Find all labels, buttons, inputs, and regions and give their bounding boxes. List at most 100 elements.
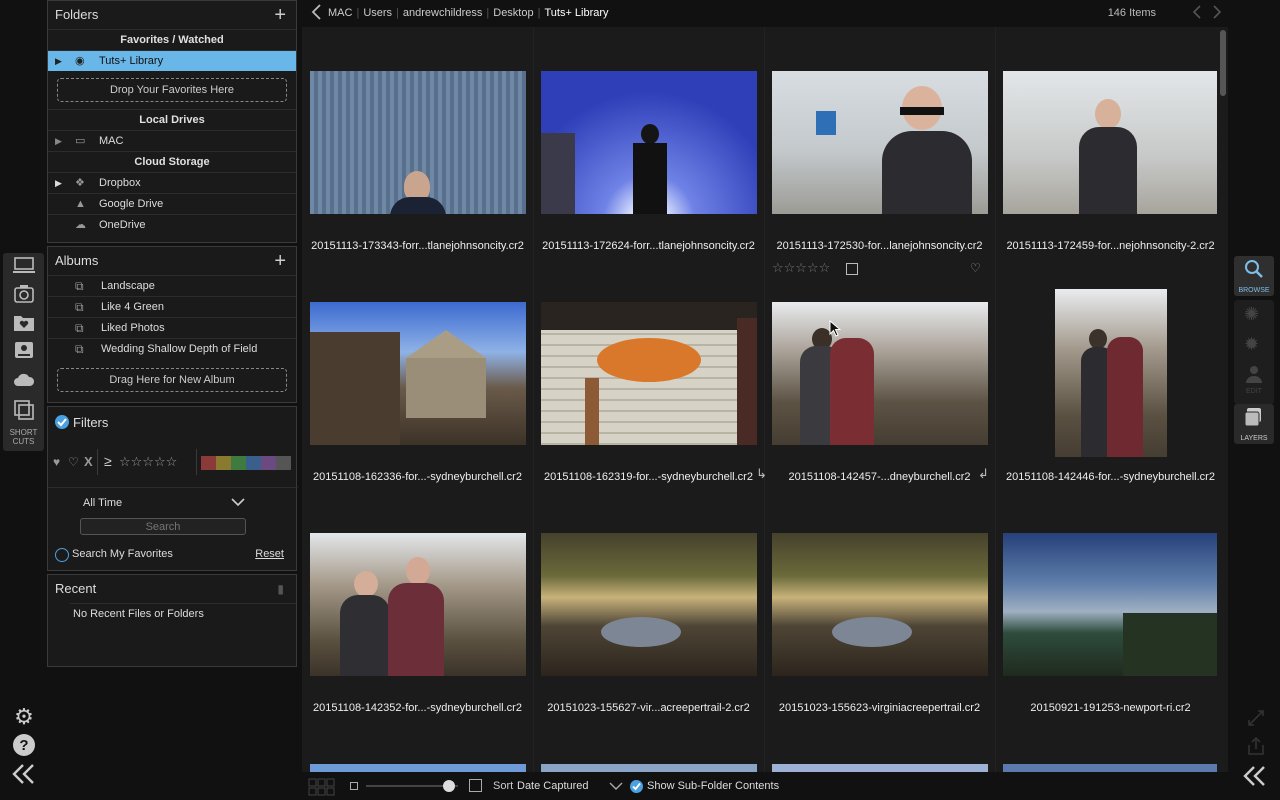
thumb-size-slider[interactable] [366, 780, 458, 792]
drop-favorites-zone[interactable]: Drop Your Favorites Here [57, 78, 287, 102]
thumbnail-cell[interactable]: 20151108-142446-for...-sydneyburchell.cr… [995, 258, 1218, 489]
collapse-right-icon[interactable] [1242, 764, 1268, 791]
expand-arrow-icon[interactable]: ▶ [55, 173, 62, 194]
add-folder-button[interactable]: + [274, 1, 286, 29]
show-subfolders-checkbox[interactable] [630, 780, 643, 793]
album-item[interactable]: ⧉ Liked Photos [48, 317, 296, 338]
search-favorites-checkbox[interactable] [55, 548, 69, 562]
heart-outline-icon[interactable]: ♡ [68, 455, 79, 469]
thumbnail-image[interactable] [541, 764, 757, 772]
grid-view-icon[interactable] [308, 778, 336, 799]
scrollbar-thumb[interactable] [1220, 30, 1226, 96]
thumbnail-cell[interactable]: 20151108-162336-for...-sydneyburchell.cr… [302, 258, 533, 489]
thumbnail-image[interactable] [1003, 533, 1217, 676]
color-label-swatch[interactable] [246, 456, 261, 470]
rating-operator[interactable]: ≥ [104, 453, 112, 469]
thumbnail-cell[interactable]: 20151113-172624-forr...tlanejohnsoncity.… [533, 27, 764, 258]
thumbnail-image[interactable] [772, 71, 988, 214]
color-label-filter[interactable] [201, 456, 291, 470]
shortcuts-icon[interactable] [12, 399, 36, 421]
color-label-swatch[interactable] [216, 456, 231, 470]
help-icon[interactable]: ? [10, 733, 38, 761]
thumb-size-slider-knob[interactable] [442, 780, 455, 792]
thumbnail-image[interactable] [310, 764, 526, 772]
back-arrow-icon[interactable] [310, 2, 322, 27]
color-label-swatch[interactable] [231, 456, 246, 470]
expand-arrow-icon[interactable]: ▶ [55, 131, 62, 152]
thumbnail-image[interactable] [772, 764, 988, 772]
heart-filled-icon[interactable]: ♥ [53, 455, 60, 469]
breadcrumb-item[interactable]: Users [363, 7, 392, 19]
thumbnail-image[interactable] [310, 533, 526, 676]
thumbnail-cell[interactable]: ☆☆☆☆☆ ♡ ↳ 20151108-142457-...dneyburchel… [756, 258, 995, 489]
large-thumb-size-icon[interactable] [469, 779, 482, 792]
thumbnail-image[interactable] [772, 533, 988, 676]
album-item[interactable]: ⧉ Landscape [48, 275, 296, 296]
time-filter-value[interactable]: All Time [83, 497, 122, 509]
sort-dropdown[interactable]: Date Captured [517, 780, 589, 792]
thumbnail-cell[interactable]: 20151113-172459-for...nejohnsoncity-2.cr… [995, 27, 1218, 258]
effects-icon[interactable]: ✺ [1244, 304, 1259, 325]
thumbnail-cell[interactable]: 20151108-162319-for...-sydneyburchell.cr… [533, 258, 764, 489]
cloud-item-dropbox[interactable]: ▶ ❖ Dropbox [48, 172, 296, 193]
thumbnail-cell[interactable]: 20151023-155623-virginiacreepertrail.cr2 [764, 489, 995, 720]
cloud-icon[interactable] [12, 369, 36, 391]
rotate-right-icon[interactable]: ↲ [978, 466, 989, 482]
breadcrumb-item[interactable]: andrewchildress [403, 7, 482, 19]
camera-icon[interactable] [12, 284, 36, 306]
trash-icon[interactable]: ▮ [277, 575, 284, 603]
favorite-heart-icon[interactable]: ♡ [970, 261, 981, 275]
thumbnail-cell[interactable]: 20151113-173343-forr...tlanejohnsoncity.… [302, 27, 533, 258]
reject-filter-x[interactable]: X [84, 454, 93, 469]
thumbnail-image[interactable] [541, 302, 757, 445]
thumbnail-image[interactable] [1003, 764, 1217, 772]
breadcrumb-item[interactable]: MAC [328, 7, 352, 19]
thumbnail-cell[interactable]: 20151108-142352-for...-sydneyburchell.cr… [302, 489, 533, 720]
layers-module-button[interactable]: LAYERS [1234, 404, 1274, 444]
local-drive-mac[interactable]: ▶ ▭ MAC [48, 130, 296, 151]
previous-page-icon[interactable] [1192, 3, 1202, 26]
expand-icon[interactable] [1246, 708, 1266, 731]
select-checkbox[interactable] [846, 263, 858, 275]
filters-toggle-checkbox[interactable] [55, 415, 69, 429]
album-item[interactable]: ⧉ Wedding Shallow Depth of Field [48, 338, 296, 359]
color-label-swatch[interactable] [261, 456, 276, 470]
rating-filter-stars[interactable]: ☆☆☆☆☆ [119, 454, 177, 470]
color-label-swatch[interactable] [276, 456, 291, 470]
expand-arrow-icon[interactable]: ▶ [55, 51, 62, 72]
album-item[interactable]: ⧉ Like 4 Green [48, 296, 296, 317]
rating-stars[interactable]: ☆☆☆☆☆ [772, 260, 830, 276]
drive-icon[interactable] [12, 340, 36, 362]
color-label-swatch[interactable] [201, 456, 216, 470]
cloud-item-onedrive[interactable]: ☁ OneDrive [48, 214, 296, 235]
browse-module-button[interactable]: BROWSE [1234, 256, 1274, 296]
breadcrumb-current[interactable]: Tuts+ Library [544, 7, 608, 19]
thumbnail-image[interactable] [1055, 289, 1167, 457]
thumbnail-image[interactable] [310, 71, 526, 214]
thumbnail-cell[interactable]: 20151113-172530-for...lanejohnsoncity.cr… [764, 27, 995, 258]
chevron-down-icon[interactable] [230, 496, 246, 511]
thumbnail-image[interactable] [541, 71, 757, 214]
chevron-down-icon[interactable] [608, 781, 624, 794]
thumbnail-image[interactable] [310, 302, 526, 445]
computer-icon[interactable] [12, 255, 36, 277]
favorite-folder-icon[interactable] [12, 312, 36, 334]
gear-icon[interactable]: ⚙ [10, 703, 38, 731]
thumbnail-image[interactable] [541, 533, 757, 676]
thumbnail-cell[interactable]: 20151023-155627-vir...acreepertrail-2.cr… [533, 489, 764, 720]
fx-icon[interactable]: ✹ [1244, 334, 1259, 355]
vertical-scrollbar[interactable] [1218, 27, 1228, 772]
new-album-drop-zone[interactable]: Drag Here for New Album [57, 368, 287, 392]
breadcrumb-item[interactable]: Desktop [493, 7, 533, 19]
next-page-icon[interactable] [1212, 3, 1222, 26]
thumbnail-image[interactable] [1003, 71, 1217, 214]
reset-filters-link[interactable]: Reset [255, 548, 284, 560]
small-thumb-size-icon[interactable] [350, 782, 358, 790]
thumbnail-cell[interactable]: 20150921-191253-newport-ri.cr2 [995, 489, 1218, 720]
add-album-button[interactable]: + [274, 247, 286, 275]
filter-search-input[interactable] [80, 518, 246, 535]
thumbnail-image[interactable] [772, 302, 988, 445]
collapse-left-icon[interactable] [10, 762, 38, 790]
person-icon[interactable] [1244, 364, 1264, 387]
cloud-item-google-drive[interactable]: ▲ Google Drive [48, 193, 296, 214]
